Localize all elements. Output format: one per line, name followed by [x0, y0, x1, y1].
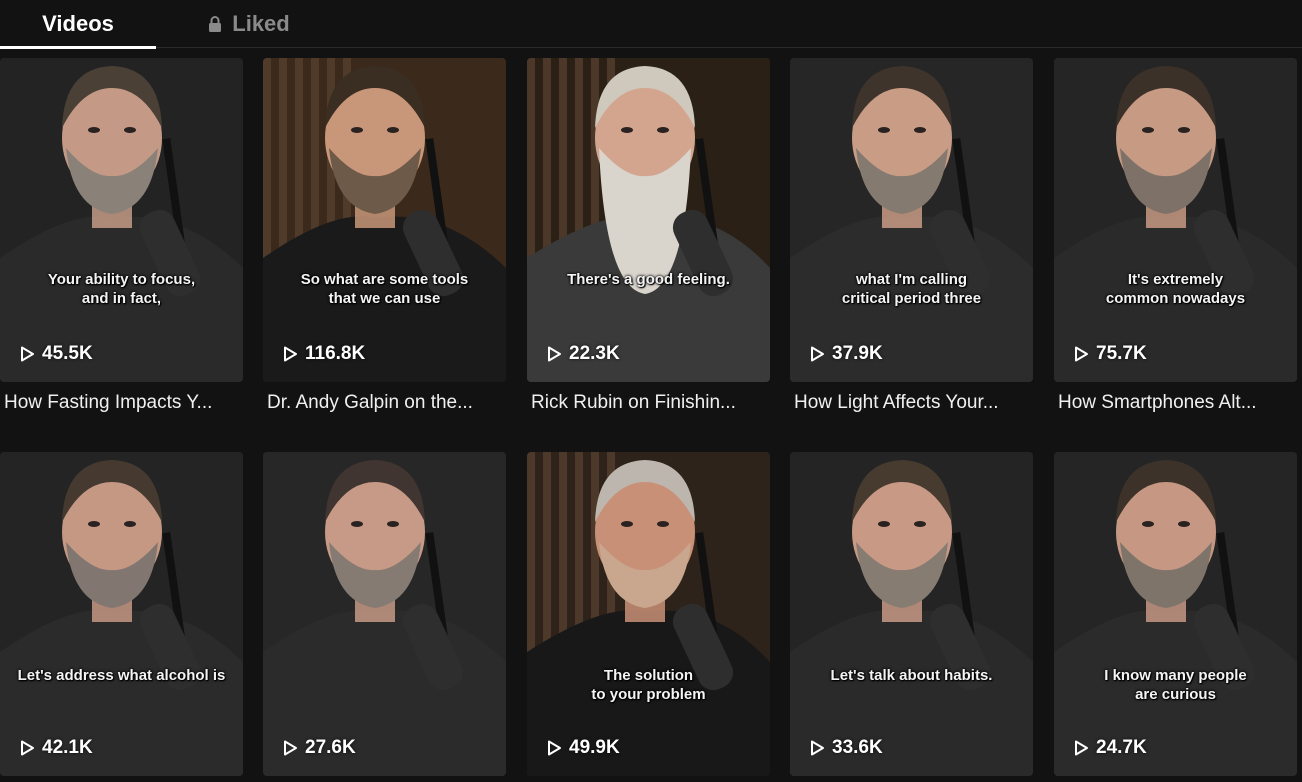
video-thumbnail[interactable]: So what are some tools that we can use 11…	[263, 58, 506, 382]
thumbnail-image	[1054, 452, 1297, 776]
video-card[interactable]: The solution to your problem 49.9K	[527, 452, 770, 782]
view-count: 24.7K	[1072, 736, 1147, 760]
video-thumbnail[interactable]: There's a good feeling. 22.3K	[527, 58, 770, 382]
video-title[interactable]: How Light Affects Your...	[794, 392, 1030, 414]
video-thumbnail[interactable]: Let's address what alcohol is 42.1K	[0, 452, 243, 776]
thumbnail-image	[790, 58, 1033, 382]
tab-videos-label: Videos	[42, 11, 114, 36]
video-card[interactable]: There's a good feeling. 22.3K Rick Rubin o…	[527, 58, 770, 430]
video-card[interactable]: So what are some tools that we can use 11…	[263, 58, 506, 430]
play-icon	[548, 740, 561, 756]
play-icon	[811, 740, 824, 756]
video-title[interactable]: Rick Rubin on Finishin...	[531, 392, 767, 414]
play-icon	[548, 346, 561, 362]
video-caption: Let's talk about habits.	[830, 667, 993, 684]
video-caption: The solution to your problem	[591, 667, 706, 703]
view-count-value: 24.7K	[1096, 737, 1147, 758]
view-count-value: 116.8K	[305, 343, 366, 364]
tab-liked-label: Liked	[232, 11, 290, 36]
view-count: 33.6K	[808, 736, 883, 760]
lock-icon	[209, 16, 222, 32]
video-thumbnail[interactable]: what I'm calling critical period three 37…	[790, 58, 1033, 382]
play-icon	[284, 740, 297, 756]
video-card[interactable]: what I'm calling critical period three 37…	[790, 58, 1033, 430]
video-card[interactable]: Let's talk about habits. 33.6K	[790, 452, 1033, 782]
view-count: 45.5K	[18, 342, 93, 366]
thumbnail-image	[1054, 58, 1297, 382]
thumbnail-image	[263, 452, 506, 776]
view-count-value: 75.7K	[1096, 343, 1147, 364]
video-caption: There's a good feeling.	[567, 271, 730, 288]
play-icon	[811, 346, 824, 362]
view-count-value: 42.1K	[42, 737, 93, 758]
view-count: 49.9K	[545, 736, 620, 760]
thumbnail-image	[790, 452, 1033, 776]
thumbnail-image	[0, 58, 243, 382]
thumbnail-image	[527, 58, 770, 382]
video-title[interactable]: How Fasting Impacts Y...	[4, 392, 240, 414]
video-card[interactable]: 27.6K	[263, 452, 506, 782]
video-card[interactable]: Let's address what alcohol is 42.1K	[0, 452, 243, 782]
view-count-value: 33.6K	[832, 737, 883, 758]
video-thumbnail[interactable]: It's extremely common nowadays 75.7K	[1054, 58, 1297, 382]
tab-liked[interactable]: Liked	[192, 0, 304, 48]
play-icon	[21, 346, 34, 362]
video-title[interactable]: How Smartphones Alt...	[1058, 392, 1294, 414]
play-icon	[1075, 346, 1088, 362]
video-thumbnail[interactable]: Let's talk about habits. 33.6K	[790, 452, 1033, 776]
view-count-value: 37.9K	[832, 343, 883, 364]
view-count: 42.1K	[18, 736, 93, 760]
thumbnail-image	[263, 58, 506, 382]
video-thumbnail[interactable]: Your ability to focus, and in fact, 45.5K	[0, 58, 243, 382]
view-count-value: 22.3K	[569, 343, 620, 364]
view-count: 75.7K	[1072, 342, 1147, 366]
view-count-value: 27.6K	[305, 737, 356, 758]
play-icon	[21, 740, 34, 756]
play-icon	[284, 346, 297, 362]
video-thumbnail[interactable]: The solution to your problem 49.9K	[527, 452, 770, 776]
profile-tabs: Videos Liked	[0, 0, 1302, 49]
video-caption: So what are some tools that we can use	[300, 271, 469, 307]
video-card[interactable]: Your ability to focus, and in fact, 45.5K…	[0, 58, 243, 430]
video-caption: what I'm calling critical period three	[841, 271, 982, 307]
video-card[interactable]: I know many people are curious 24.7K	[1054, 452, 1297, 782]
video-card[interactable]: It's extremely common nowadays 75.7K How S…	[1054, 58, 1297, 430]
view-count: 37.9K	[808, 342, 883, 366]
thumbnail-image	[527, 452, 770, 776]
video-thumbnail[interactable]: I know many people are curious 24.7K	[1054, 452, 1297, 776]
tab-videos[interactable]: Videos	[0, 0, 156, 49]
view-count: 27.6K	[281, 736, 356, 760]
video-caption: Your ability to focus, and in fact,	[47, 271, 196, 307]
view-count: 22.3K	[545, 342, 620, 366]
play-icon	[1075, 740, 1088, 756]
view-count-value: 49.9K	[569, 737, 620, 758]
view-count: 116.8K	[281, 342, 365, 366]
thumbnail-image	[0, 452, 243, 776]
video-thumbnail[interactable]: 27.6K	[263, 452, 506, 776]
video-caption: Let's address what alcohol is	[17, 667, 226, 684]
view-count-value: 45.5K	[42, 343, 93, 364]
video-caption: It's extremely common nowadays	[1105, 271, 1246, 307]
video-caption: I know many people are curious	[1104, 667, 1247, 703]
video-title[interactable]: Dr. Andy Galpin on the...	[267, 392, 503, 414]
